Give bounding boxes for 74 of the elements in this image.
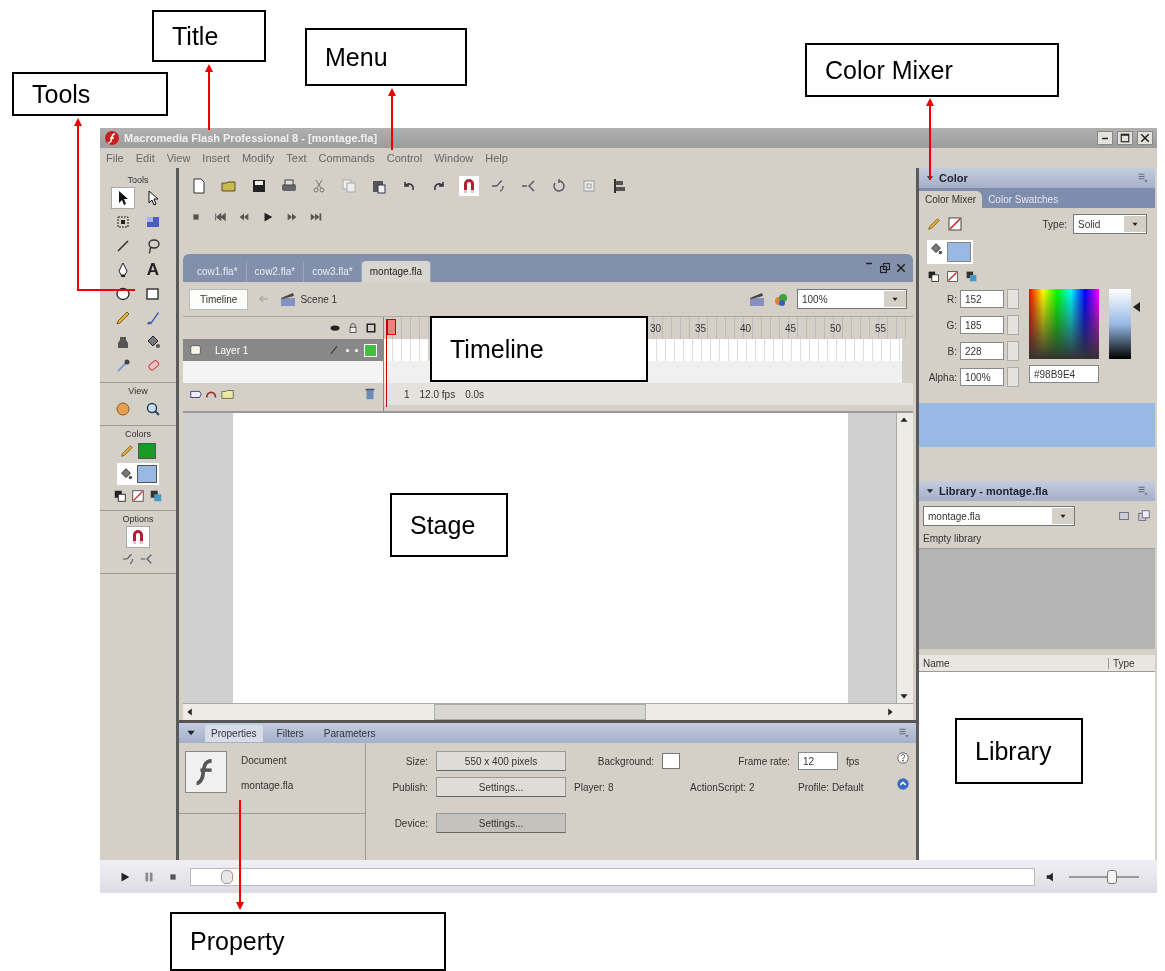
player-version: Player: 8 <box>574 781 615 793</box>
panel-tab[interactable]: Parameters <box>317 724 382 742</box>
unit-label: fps <box>846 755 861 767</box>
field-label: Background: <box>596 755 654 767</box>
menu-item[interactable]: View <box>166 152 191 164</box>
value-field[interactable]: 152 <box>960 290 1004 308</box>
callout-label: Property <box>170 912 446 971</box>
field-label: Type: <box>1042 218 1067 230</box>
callout-label: Menu <box>305 28 467 86</box>
menu-item[interactable]: Commands <box>318 152 375 164</box>
document-name: montage.fla <box>241 780 294 791</box>
frame-number: 30 <box>650 322 663 334</box>
current-frame: 1 <box>404 388 410 400</box>
callout-label: Library <box>955 718 1083 784</box>
panel-tab[interactable]: Color Mixer <box>919 191 983 208</box>
field-label: Device: <box>393 817 428 829</box>
field-label: Publish: <box>391 781 428 793</box>
window-title: Macromedia Flash Professional 8 - [montage.fla] <box>124 132 378 144</box>
layer-row[interactable]: Layer 1 <box>183 339 383 361</box>
callout-label: Stage <box>390 493 508 557</box>
frame-rate-field[interactable]: 12 <box>798 752 838 770</box>
hex-field[interactable]: #98B9E4 <box>1029 365 1099 383</box>
profile-name: Profile: Default <box>798 781 865 793</box>
layer-name: Layer 1 <box>214 344 250 356</box>
elapsed-time: 0.0s <box>465 388 485 400</box>
document-tab[interactable]: montage.fla <box>361 261 431 282</box>
frame-number: 40 <box>740 322 753 334</box>
frame-number: 35 <box>695 322 708 334</box>
column-header[interactable]: Type <box>1109 657 1155 669</box>
value-field[interactable]: 228 <box>960 342 1004 360</box>
menu-item[interactable]: Insert <box>202 152 230 164</box>
actionscript-version: ActionScript: 2 <box>690 781 756 793</box>
menu-item[interactable]: Help <box>485 152 508 164</box>
size-button[interactable]: 550 x 400 pixels <box>436 751 566 771</box>
frame-number: 50 <box>830 322 843 334</box>
menu-item[interactable]: Control <box>386 152 423 164</box>
library-dropdown[interactable]: montage.fla <box>923 506 1075 526</box>
callout-label: Tools <box>12 72 168 116</box>
scene-name: Scene 1 <box>300 293 338 305</box>
menu-item[interactable]: File <box>106 152 124 164</box>
panel-heading: Options <box>122 514 154 524</box>
panel-heading: View <box>128 386 148 396</box>
menu-item[interactable]: Edit <box>135 152 155 164</box>
frame-number: 55 <box>875 322 888 334</box>
field-label: R: <box>947 293 957 305</box>
object-type: Document <box>241 755 288 766</box>
menu-item[interactable]: Window <box>434 152 474 164</box>
column-header[interactable]: Name <box>919 657 1109 669</box>
panel-tab[interactable]: Properties <box>205 724 263 742</box>
timeline-button[interactable]: Timeline <box>189 288 249 310</box>
value-field[interactable]: 185 <box>960 316 1004 334</box>
field-label: G: <box>946 319 957 331</box>
panel-heading: Tools <box>127 175 149 185</box>
callout-label: Color Mixer <box>805 43 1059 97</box>
menu-item[interactable]: Modify <box>241 152 275 164</box>
panel-title: Library - montage.fla <box>939 485 1048 497</box>
panel-title: Color <box>939 172 968 184</box>
panel-heading: Colors <box>125 429 151 439</box>
callout-label: Title <box>152 10 266 62</box>
field-label: Frame rate: <box>737 755 790 767</box>
field-label: B: <box>947 345 957 357</box>
field-label: Alpha: <box>928 371 957 383</box>
frame-number: 45 <box>785 322 798 334</box>
value-field[interactable]: 100% <box>960 368 1004 386</box>
text-tool[interactable]: A <box>141 259 165 281</box>
panel-tab[interactable]: Filters <box>270 724 310 742</box>
callout-label: Timeline <box>430 316 648 382</box>
settings-button[interactable]: Settings... <box>436 777 566 797</box>
menu-item[interactable]: Text <box>286 152 307 164</box>
field-label: Size: <box>404 755 428 767</box>
type-dropdown[interactable]: Solid <box>1073 214 1147 234</box>
frame-rate: 12.0 fps <box>419 388 456 400</box>
zoom-dropdown[interactable]: 100% <box>797 289 907 309</box>
settings-button[interactable]: Settings... <box>436 813 566 833</box>
